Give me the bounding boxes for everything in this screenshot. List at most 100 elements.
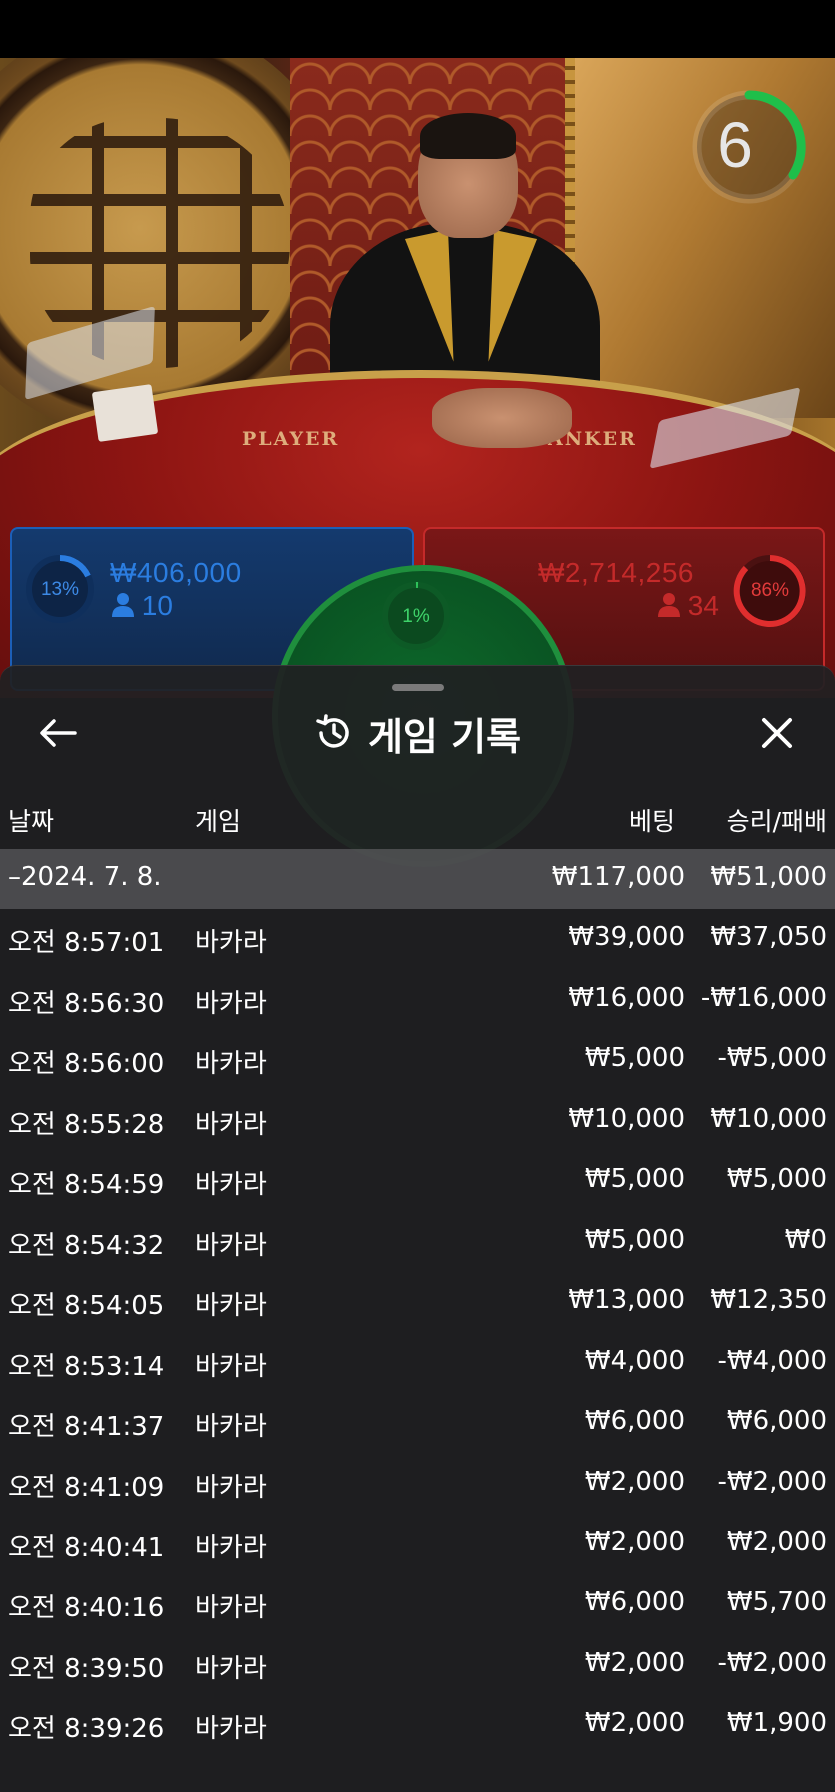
person-icon (658, 593, 680, 617)
table-row[interactable]: 오전 8:41:09 바카라 ₩2,000 -₩2,000 (0, 1454, 835, 1514)
row-time: 오전 8:57:01 (8, 928, 165, 958)
row-bet: ₩2,000 (584, 1467, 685, 1497)
row-time: 오전 8:41:09 (8, 1473, 165, 1503)
row-bet: ₩16,000 (568, 983, 685, 1013)
player-count: 10 (112, 590, 173, 622)
row-bet: ₩10,000 (568, 1104, 685, 1134)
table-row[interactable]: 오전 8:54:32 바카라 ₩5,000 ₩0 (0, 1212, 835, 1272)
row-game: 바카라 (195, 1654, 267, 1684)
row-result: ₩2,000 (726, 1527, 827, 1557)
row-time: 오전 8:55:28 (8, 1110, 165, 1140)
table-row[interactable]: 오전 8:53:14 바카라 ₩4,000 -₩4,000 (0, 1333, 835, 1393)
table-row[interactable]: 오전 8:39:50 바카라 ₩2,000 -₩2,000 (0, 1635, 835, 1695)
row-result: -₩5,000 (717, 1043, 827, 1073)
row-result: -₩16,000 (700, 983, 827, 1013)
row-bet: ₩5,000 (584, 1164, 685, 1194)
row-bet: ₩6,000 (584, 1406, 685, 1436)
row-time: 오전 8:56:00 (8, 1049, 165, 1079)
row-game: 바카라 (195, 989, 267, 1019)
banker-percent: 86% (750, 580, 790, 601)
date-summary-row[interactable]: –2024. 7. 8. ₩117,000 ₩51,000 (0, 849, 835, 909)
sheet-drag-handle[interactable] (392, 684, 444, 691)
table-row[interactable]: 오전 8:54:05 바카라 ₩13,000 ₩12,350 (0, 1272, 835, 1332)
banker-count: 34 (658, 590, 719, 622)
person-icon (112, 593, 134, 617)
sheet-header: 게임 기록 (0, 703, 835, 763)
row-result: ₩5,000 (726, 1164, 827, 1194)
banker-count-value: 34 (687, 590, 719, 621)
row-result: ₩1,900 (726, 1708, 827, 1738)
row-time: 오전 8:40:16 (8, 1593, 165, 1623)
player-percent: 13% (40, 579, 80, 600)
row-result: -₩2,000 (717, 1648, 827, 1678)
row-result: ₩10,000 (710, 1104, 827, 1134)
row-time: 오전 8:54:32 (8, 1231, 165, 1261)
row-time: 오전 8:56:30 (8, 989, 165, 1019)
summary-result: ₩51,000 (710, 862, 827, 892)
card-stack (91, 384, 159, 442)
row-result: ₩0 (784, 1225, 827, 1255)
page-title: 게임 기록 (367, 714, 522, 759)
dealer-hair (420, 113, 516, 159)
row-result: ₩12,350 (710, 1285, 827, 1315)
row-game: 바카라 (195, 1231, 267, 1261)
column-game: 게임 (195, 807, 242, 836)
row-result: -₩4,000 (717, 1346, 827, 1376)
summary-bet: ₩117,000 (551, 862, 685, 892)
table-row[interactable]: 오전 8:40:16 바카라 ₩6,000 ₩5,700 (0, 1574, 835, 1634)
row-time: 오전 8:54:05 (8, 1291, 165, 1321)
table-row[interactable]: 오전 8:55:28 바카라 ₩10,000 ₩10,000 (0, 1091, 835, 1151)
column-date: 날짜 (8, 807, 55, 836)
row-bet: ₩2,000 (584, 1648, 685, 1678)
row-time: 오전 8:53:14 (8, 1352, 165, 1382)
row-time: 오전 8:39:50 (8, 1654, 165, 1684)
row-game: 바카라 (195, 1593, 267, 1623)
row-time: 오전 8:40:41 (8, 1533, 165, 1563)
row-bet: ₩2,000 (584, 1527, 685, 1557)
player-amount: ₩406,000 (110, 557, 242, 588)
table-row[interactable]: 오전 8:41:37 바카라 ₩6,000 ₩6,000 (0, 1393, 835, 1453)
row-time: 오전 8:41:37 (8, 1412, 165, 1442)
banker-amount: ₩2,714,256 (538, 557, 694, 588)
row-game: 바카라 (195, 1110, 267, 1140)
table-row[interactable]: 오전 8:54:59 바카라 ₩5,000 ₩5,000 (0, 1151, 835, 1211)
summary-date: –2024. 7. 8. (8, 862, 162, 892)
countdown-number: 6 (717, 109, 753, 181)
row-bet: ₩13,000 (568, 1285, 685, 1315)
history-clock-icon (316, 714, 349, 748)
table-row[interactable]: 오전 8:39:26 바카라 ₩2,000 ₩1,900 (0, 1695, 835, 1755)
table-row[interactable]: 오전 8:56:30 바카라 ₩16,000 -₩16,000 (0, 970, 835, 1030)
tie-percent: 1% (402, 606, 430, 627)
status-bar (0, 0, 835, 58)
row-bet: ₩2,000 (584, 1708, 685, 1738)
row-result: ₩6,000 (726, 1406, 827, 1436)
row-bet: ₩5,000 (584, 1043, 685, 1073)
row-time: 오전 8:39:26 (8, 1714, 165, 1744)
row-game: 바카라 (195, 1352, 267, 1382)
row-game: 바카라 (195, 1291, 267, 1321)
player-count-value: 10 (141, 590, 173, 621)
row-bet: ₩39,000 (568, 922, 685, 952)
row-result: ₩5,700 (726, 1587, 827, 1617)
row-result: -₩2,000 (717, 1467, 827, 1497)
row-game: 바카라 (195, 1412, 267, 1442)
close-button[interactable] (747, 703, 807, 763)
row-bet: ₩6,000 (584, 1587, 685, 1617)
row-game: 바카라 (195, 1170, 267, 1200)
row-game: 바카라 (195, 1473, 267, 1503)
table-row[interactable]: 오전 8:40:41 바카라 ₩2,000 ₩2,000 (0, 1514, 835, 1574)
dealer-hands (432, 388, 572, 448)
row-bet: ₩5,000 (584, 1225, 685, 1255)
row-game: 바카라 (195, 1049, 267, 1079)
close-icon (762, 718, 792, 748)
row-game: 바카라 (195, 928, 267, 958)
table-row[interactable]: 오전 8:57:01 바카라 ₩39,000 ₩37,050 (0, 909, 835, 969)
row-result: ₩37,050 (710, 922, 827, 952)
row-bet: ₩4,000 (584, 1346, 685, 1376)
table-header: 날짜 게임 베팅 승리/패배 (0, 800, 835, 840)
row-game: 바카라 (195, 1533, 267, 1563)
column-result: 승리/패배 (726, 807, 827, 836)
column-bet: 베팅 (628, 807, 675, 836)
table-row[interactable]: 오전 8:56:00 바카라 ₩5,000 -₩5,000 (0, 1030, 835, 1090)
table-label-player: PLAYER (242, 428, 340, 450)
